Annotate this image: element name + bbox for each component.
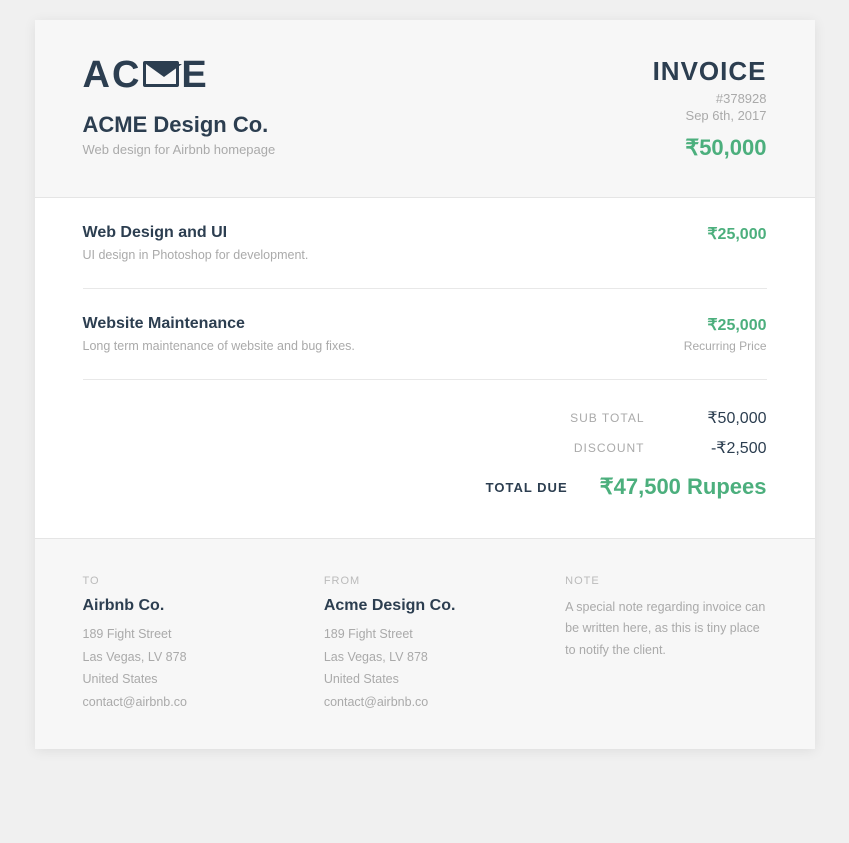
line-item-1-desc: UI design in Photoshop for development. [83,248,309,262]
subtotal-label: SUB TOTAL [447,411,677,425]
footer-to-label: TO [83,575,284,587]
line-item-1-left: Web Design and UI UI design in Photoshop… [83,224,309,262]
discount-value: -₹2,500 [677,438,767,458]
line-item-2-desc: Long term maintenance of website and bug… [83,339,355,353]
line-item-2-right: ₹25,000 Recurring Price [684,315,767,353]
invoice-label: INVOICE [653,56,767,87]
footer-from-addr2: Las Vegas, LV 878 [324,650,428,664]
logo-e: E [181,54,208,96]
discount-row: DISCOUNT -₹2,500 [447,438,767,458]
footer-to-name: Airbnb Co. [83,597,284,615]
footer-note-label: NOTE [565,575,766,587]
footer-from: FROM Acme Design Co. 189 Fight Street La… [324,575,525,713]
footer-note-text: A special note regarding invoice can be … [565,597,766,661]
footer-to-addr2: Las Vegas, LV 878 [83,650,187,664]
total-due-value: ₹47,500 Rupees [600,474,767,500]
discount-label: DISCOUNT [447,441,677,455]
invoice-body: Web Design and UI UI design in Photoshop… [35,198,815,380]
header-left: AC E ACME Design Co. Web design for Airbn… [83,56,276,157]
footer-from-address: 189 Fight Street Las Vegas, LV 878 Unite… [324,623,525,713]
footer-from-label: FROM [324,575,525,587]
footer-from-addr4: contact@airbnb.co [324,695,428,709]
footer-to-addr1: 189 Fight Street [83,627,172,641]
footer-to-addr4: contact@airbnb.co [83,695,187,709]
footer-to-addr3: United States [83,672,158,686]
logo-ac: AC [83,54,142,96]
company-logo: AC E [83,56,276,94]
invoice-header: AC E ACME Design Co. Web design for Airbn… [35,20,815,198]
footer-to: TO Airbnb Co. 189 Fight Street Las Vegas… [83,575,284,713]
header-right: INVOICE #378928 Sep 6th, 2017 ₹50,000 [653,56,767,161]
line-item-2-left: Website Maintenance Long term maintenanc… [83,315,355,353]
line-item-2-note: Recurring Price [684,339,767,353]
invoice-container: AC E ACME Design Co. Web design for Airbn… [35,20,815,749]
footer-from-name: Acme Design Co. [324,597,525,615]
subtotal-row: SUB TOTAL ₹50,000 [447,408,767,428]
line-item-1-right: ₹25,000 [707,224,766,244]
line-item-2-title: Website Maintenance [83,315,355,333]
footer-to-address: 189 Fight Street Las Vegas, LV 878 Unite… [83,623,284,713]
logo-envelope-icon [143,61,179,87]
total-due-row: TOTAL DUE ₹47,500 Rupees [447,474,767,500]
invoice-number: #378928 [653,91,767,106]
invoice-footer: TO Airbnb Co. 189 Fight Street Las Vegas… [35,538,815,749]
footer-from-addr3: United States [324,672,399,686]
footer-note: NOTE A special note regarding invoice ca… [565,575,766,713]
line-item-1: Web Design and UI UI design in Photoshop… [83,198,767,289]
footer-from-addr1: 189 Fight Street [324,627,413,641]
company-subtitle: Web design for Airbnb homepage [83,142,276,157]
invoice-date: Sep 6th, 2017 [653,108,767,123]
total-due-label: TOTAL DUE [447,480,600,495]
totals-section: SUB TOTAL ₹50,000 DISCOUNT -₹2,500 TOTAL… [35,380,815,538]
line-item-2-price: ₹25,000 [684,315,767,335]
invoice-total-header: ₹50,000 [653,135,767,161]
line-item-2: Website Maintenance Long term maintenanc… [83,289,767,380]
company-name: ACME Design Co. [83,112,276,138]
line-item-1-price: ₹25,000 [707,224,766,244]
subtotal-value: ₹50,000 [677,408,767,428]
line-item-1-title: Web Design and UI [83,224,309,242]
